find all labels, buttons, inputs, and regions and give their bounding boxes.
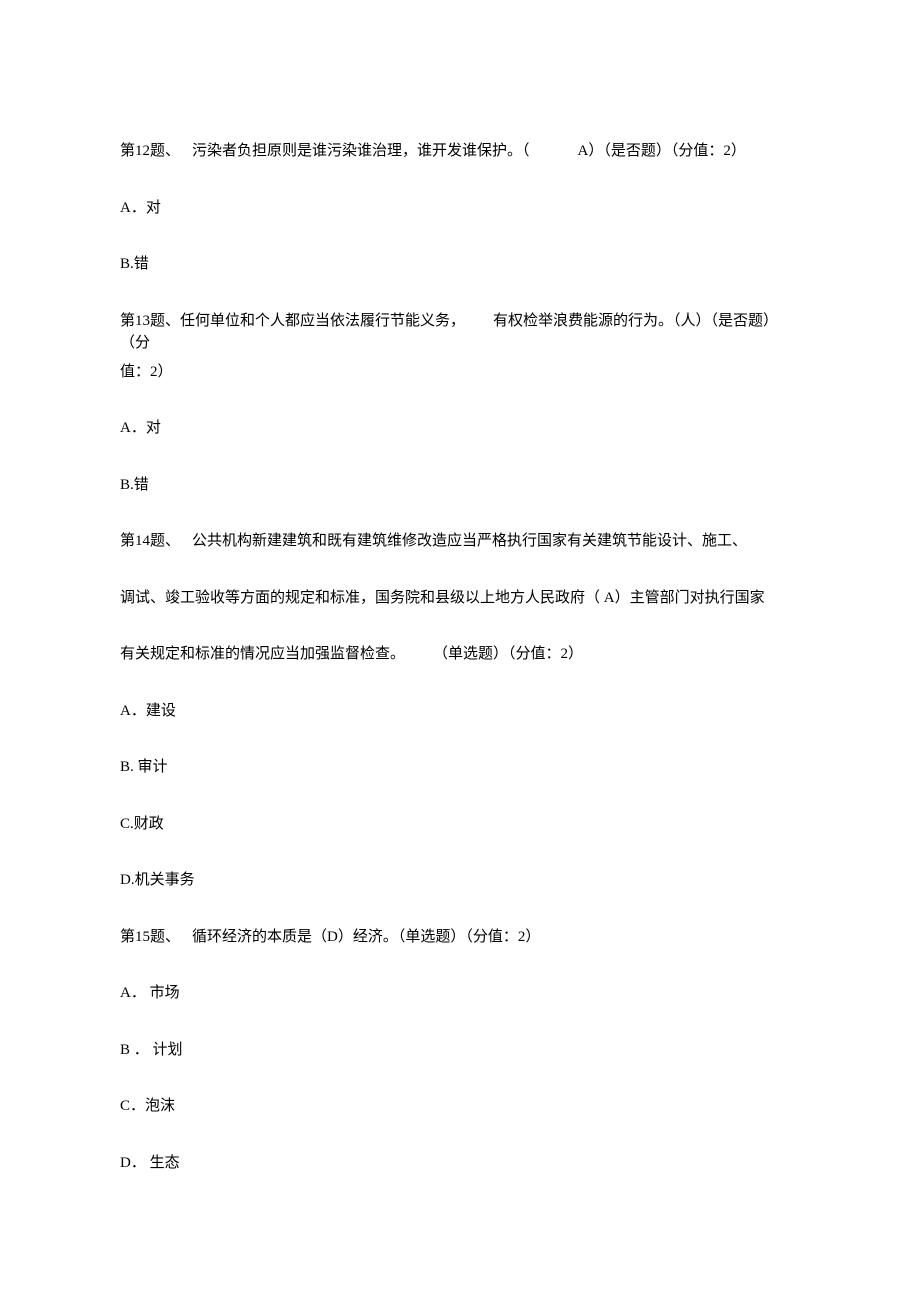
q13-prompt-line2: 值：2） bbox=[120, 361, 800, 384]
q14-option-d: D.机关事务 bbox=[120, 869, 800, 892]
question-14: 第14题、公共机构新建建筑和既有建筑维修改造应当严格执行国家有关建筑节能设计、施… bbox=[120, 530, 800, 892]
question-15: 第15题、循环经济的本质是（D）经济。（单选题）（分值：2） A． 市场 B ．… bbox=[120, 926, 800, 1175]
q14-line2: 调试、竣工验收等方面的规定和标准，国务院和县级以上地方人民政府（ A）主管部门对… bbox=[120, 587, 800, 610]
q12-meta: A）（是否题）（分值：2） bbox=[578, 143, 746, 159]
q15-prefix: 第15题、 bbox=[120, 929, 180, 945]
q14-option-a: A．建设 bbox=[120, 700, 800, 723]
q12-prefix: 第12题、 bbox=[120, 143, 180, 159]
q13-option-b: B.错 bbox=[120, 474, 800, 497]
q14-line1: 第14题、公共机构新建建筑和既有建筑维修改造应当严格执行国家有关建筑节能设计、施… bbox=[120, 530, 800, 553]
q14-option-c: C.财政 bbox=[120, 813, 800, 836]
q14-line3b: （单选题）（分值：2） bbox=[433, 646, 583, 662]
q13-prompt-line1: 第13题、任何单位和个人都应当依法履行节能义务，有权检举浪费能源的行为。（人）（… bbox=[120, 310, 800, 355]
q14-line1-text: 公共机构新建建筑和既有建筑维修改造应当严格执行国家有关建筑节能设计、施工、 bbox=[192, 533, 747, 549]
q12-prompt-line: 第12题、污染者负担原则是谁污染谁治理，谁开发谁保护。（ A）（是否题）（分值：2… bbox=[120, 140, 800, 163]
q15-option-a: A． 市场 bbox=[120, 982, 800, 1005]
q15-option-d: D． 生态 bbox=[120, 1152, 800, 1175]
q12-option-a: A．对 bbox=[120, 197, 800, 220]
q12-option-b: B.错 bbox=[120, 253, 800, 276]
q13-prefix-text: 第13题、任何单位和个人都应当依法履行节能义务， bbox=[120, 313, 465, 329]
q15-option-b: B ． 计划 bbox=[120, 1039, 800, 1062]
q15-prompt-line: 第15题、循环经济的本质是（D）经济。（单选题）（分值：2） bbox=[120, 926, 800, 949]
q14-prefix: 第14题、 bbox=[120, 533, 180, 549]
q15-option-c: C．泡沫 bbox=[120, 1095, 800, 1118]
q14-line3a: 有关规定和标准的情况应当加强监督检查。 bbox=[120, 646, 405, 662]
question-13: 第13题、任何单位和个人都应当依法履行节能义务，有权检举浪费能源的行为。（人）（… bbox=[120, 310, 800, 497]
q12-text: 污染者负担原则是谁污染谁治理，谁开发谁保护。（ bbox=[192, 143, 530, 159]
question-12: 第12题、污染者负担原则是谁污染谁治理，谁开发谁保护。（ A）（是否题）（分值：2… bbox=[120, 140, 800, 276]
q14-option-b: B. 审计 bbox=[120, 756, 800, 779]
q15-text: 循环经济的本质是（D）经济。（单选题）（分值：2） bbox=[192, 929, 540, 945]
q14-line3: 有关规定和标准的情况应当加强监督检查。 （单选题）（分值：2） bbox=[120, 643, 800, 666]
q13-option-a: A．对 bbox=[120, 417, 800, 440]
